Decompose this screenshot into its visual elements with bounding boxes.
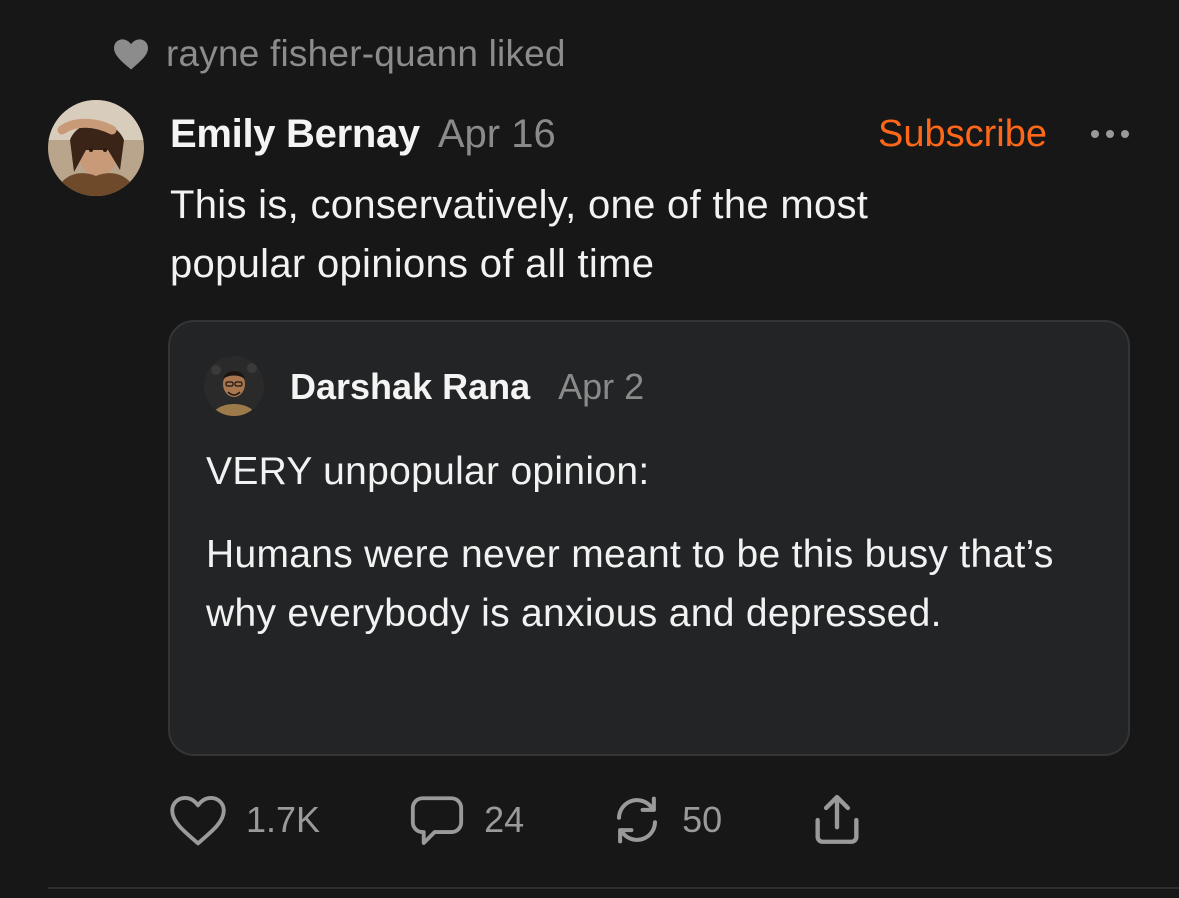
author-avatar[interactable] [48, 100, 144, 196]
post-header: Emily Bernay Apr 16 Subscribe [170, 108, 1139, 160]
action-bar: 1.7K 24 50 [168, 790, 866, 850]
more-dot [1121, 130, 1129, 138]
activity-row: rayne fisher-quann liked [112, 32, 566, 76]
restack-button[interactable]: 50 [610, 793, 722, 847]
post-body: This is, conservatively, one of the most… [170, 176, 1070, 294]
quoted-paragraph: Humans were never meant to be this busy … [206, 533, 1054, 635]
quoted-header: Darshak Rana Apr 2 [290, 362, 644, 412]
quoted-date[interactable]: Apr 2 [558, 366, 644, 408]
activity-text: rayne fisher-quann liked [166, 33, 566, 74]
post-body-line: popular opinions of all time [170, 242, 655, 286]
share-icon [808, 791, 866, 849]
like-button[interactable]: 1.7K [168, 793, 320, 847]
heart-icon [112, 37, 150, 71]
quoted-author-avatar[interactable] [204, 356, 264, 416]
quoted-author-name[interactable]: Darshak Rana [290, 366, 530, 408]
comment-count: 24 [484, 799, 525, 840]
more-horizontal-icon[interactable] [1087, 124, 1133, 144]
more-dot [1091, 130, 1099, 138]
like-count: 1.7K [246, 799, 321, 840]
heart-icon [168, 793, 228, 847]
post-body-line: This is, conservatively, one of the most [170, 183, 869, 227]
comment-icon [408, 791, 466, 849]
restack-icon [610, 793, 664, 847]
post-date[interactable]: Apr 16 [438, 112, 556, 157]
share-button[interactable] [808, 791, 866, 849]
note-feed-item: rayne fisher-quann liked Emily Bernay Ap… [0, 0, 1179, 898]
quoted-paragraph: VERY unpopular opinion: [206, 450, 650, 493]
feed-divider [48, 887, 1179, 889]
more-dot [1106, 130, 1114, 138]
quoted-note-card[interactable]: Darshak Rana Apr 2 VERY unpopular opinio… [168, 320, 1130, 756]
restack-count: 50 [682, 799, 723, 840]
quoted-body: VERY unpopular opinion: Humans were neve… [206, 442, 1106, 643]
author-name[interactable]: Emily Bernay [170, 112, 420, 157]
subscribe-button[interactable]: Subscribe [878, 113, 1047, 156]
comment-button[interactable]: 24 [408, 791, 524, 849]
